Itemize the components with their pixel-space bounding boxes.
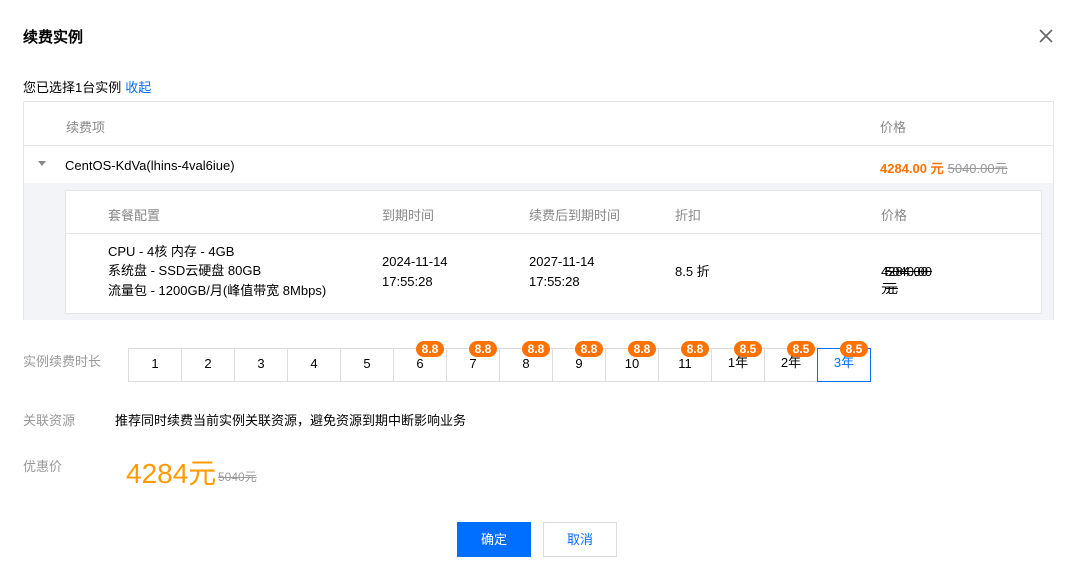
duration-option-label: 4: [310, 356, 318, 371]
duration-option[interactable]: 8.8 11: [658, 341, 712, 382]
duration-option-label: 3年: [833, 355, 855, 370]
related-text: 推荐同时续费当前实例关联资源，避免资源到期中断影响业务: [115, 413, 467, 428]
discount-price-old: 5040元: [218, 470, 257, 484]
duration-option-label: 11: [678, 356, 692, 371]
header-discount: 折扣: [675, 208, 702, 223]
duration-selector: 1 2 3 4 5 8.8 6 8.8 7 8.8 8 8.8 9 8.8 10 8.8 11 8.5 1年 8.5 2…: [128, 341, 871, 382]
duration-option-label: 1: [151, 356, 159, 371]
duration-option-label: 2: [204, 356, 212, 371]
discount-badge: 8.8: [681, 341, 709, 357]
config-system-disk: 系统盘 - SSD云硬盘 80GB: [108, 263, 262, 278]
duration-option[interactable]: 8.8 8: [499, 341, 553, 382]
duration-option[interactable]: 8.8 6: [393, 341, 447, 382]
new-expire-date: 2027-11-14: [529, 254, 595, 269]
discount-badge: 8.8: [522, 341, 550, 357]
duration-option-label: 2年: [780, 355, 802, 370]
header-new-expire-time: 续费后到期时间: [529, 208, 621, 223]
instance-price-now: 4284.00 元: [880, 161, 944, 176]
discount-value: 8.5 折: [675, 264, 710, 279]
duration-option-label: 1年: [727, 355, 749, 370]
collapse-link[interactable]: 收起: [125, 80, 151, 95]
renewal-table-header: 续费项 价格: [24, 102, 1053, 146]
discount-badge: 8.8: [575, 341, 603, 357]
duration-option[interactable]: 8.5 1年: [711, 341, 765, 382]
duration-option-label: 3: [257, 356, 265, 371]
duration-option[interactable]: 1: [128, 348, 182, 382]
duration-option-label: 7: [469, 356, 477, 371]
cancel-button[interactable]: 取消: [543, 522, 617, 557]
instance-row: CentOS-KdVa(lhins-4val6iue) 4284.00 元 504…: [24, 146, 1053, 183]
duration-option[interactable]: 4: [287, 348, 341, 382]
header-detail-price: 价格: [881, 208, 908, 223]
selected-count-text: 您已选择1台实例: [23, 80, 122, 95]
header-price: 价格: [880, 120, 907, 135]
duration-option[interactable]: 5: [340, 348, 394, 382]
selected-summary: 您已选择1台实例 收起: [23, 77, 151, 96]
discount-badge: 8.8: [469, 341, 497, 357]
detail-price-old: 5040.00元: [885, 264, 932, 296]
duration-option-label: 6: [416, 356, 424, 371]
duration-option[interactable]: 2: [181, 348, 235, 382]
duration-option[interactable]: 8.5 3年: [817, 341, 871, 382]
duration-option[interactable]: 3: [234, 348, 288, 382]
instance-name: CentOS-KdVa(lhins-4val6iue): [65, 158, 235, 173]
discount-badge: 8.8: [628, 341, 656, 357]
duration-option-label: 8: [522, 356, 530, 371]
duration-option-label: 5: [363, 356, 371, 371]
instance-price-old: 5040.00元: [947, 161, 1008, 176]
discount-price-value: 4284元: [126, 458, 217, 489]
confirm-button[interactable]: 确定: [457, 522, 531, 557]
duration-option-label: 10: [624, 356, 640, 371]
header-renewal-item: 续费项: [66, 120, 106, 135]
close-icon[interactable]: [1037, 27, 1055, 45]
discount-price-label: 优惠价: [23, 459, 63, 474]
duration-option[interactable]: 8.5 2年: [764, 341, 818, 382]
discount-badge: 8.8: [416, 341, 444, 357]
duration-label: 实例续费时长: [23, 354, 102, 369]
package-detail-table: 套餐配置 到期时间 续费后到期时间 折扣 价格 CPU - 4核 内存 - 4G…: [65, 190, 1042, 314]
duration-option[interactable]: 8.8 7: [446, 341, 500, 382]
related-label: 关联资源: [23, 413, 76, 428]
config-cpu-memory: CPU - 4核 内存 - 4GB: [108, 244, 235, 259]
renewal-table: 续费项 价格 CentOS-KdVa(lhins-4val6iue) 4284.…: [23, 101, 1054, 320]
duration-option[interactable]: 8.8 10: [605, 341, 659, 382]
caret-down-icon[interactable]: [38, 161, 46, 166]
duration-option[interactable]: 8.8 9: [552, 341, 606, 382]
header-package-config: 套餐配置: [108, 208, 161, 223]
config-traffic-pack: 流量包 - 1200GB/月(峰值带宽 8Mbps): [108, 283, 327, 298]
header-expire-time: 到期时间: [382, 208, 435, 223]
instance-detail-area: 套餐配置 到期时间 续费后到期时间 折扣 价格 CPU - 4核 内存 - 4G…: [24, 183, 1053, 320]
expire-date: 2024-11-14: [382, 254, 448, 269]
duration-option-label: 9: [575, 356, 583, 371]
instance-price: 4284.00 元 5040.00元: [880, 158, 1008, 177]
new-expire-time: 17:55:28: [529, 274, 580, 289]
expire-time: 17:55:28: [382, 274, 433, 289]
package-detail-header: 套餐配置 到期时间 续费后到期时间 折扣 价格: [66, 191, 1041, 234]
dialog-title: 续费实例: [23, 29, 84, 46]
